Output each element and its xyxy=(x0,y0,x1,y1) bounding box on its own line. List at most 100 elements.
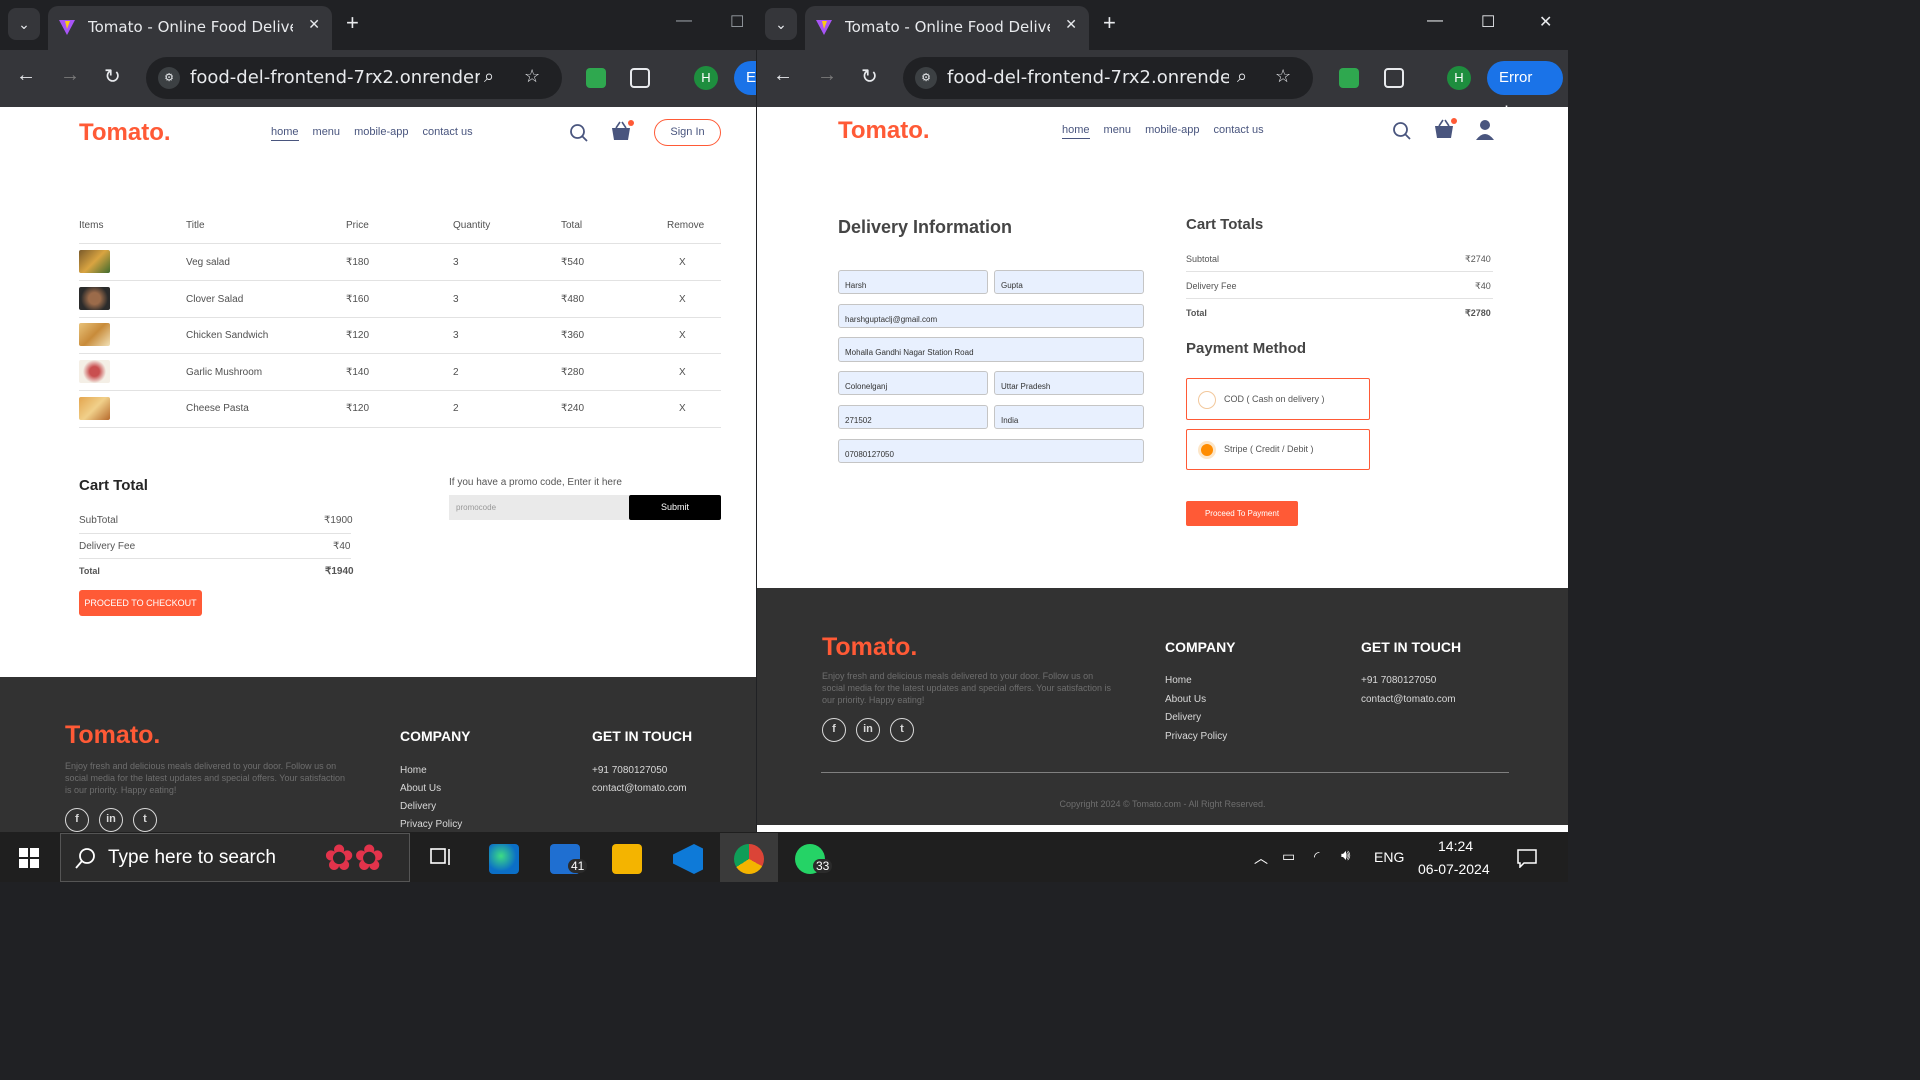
tab-search-button[interactable]: ⌄ xyxy=(8,8,40,40)
email-field[interactable]: harshguptaclj@gmail.com xyxy=(838,304,1144,328)
sign-in-button[interactable]: Sign In xyxy=(654,119,721,146)
browser-tab[interactable]: Tomato - Online Food Delivery ✕ xyxy=(805,6,1089,50)
remove-item-button[interactable]: X xyxy=(679,294,686,305)
first-name-field[interactable]: Harsh xyxy=(838,270,988,294)
reload-icon[interactable]: ↻ xyxy=(104,64,121,89)
nav-contact-us[interactable]: contact us xyxy=(422,126,472,138)
clock-date[interactable]: 06-07-2024 xyxy=(1418,861,1490,877)
site-info-icon[interactable]: ⚙ xyxy=(915,67,937,89)
basket-icon[interactable] xyxy=(1433,118,1457,140)
search-icon[interactable] xyxy=(1392,121,1412,141)
file-explorer-icon[interactable] xyxy=(612,844,642,874)
facebook-icon[interactable]: f xyxy=(65,808,89,832)
profile-avatar[interactable]: H xyxy=(694,66,718,90)
radio-unselected[interactable] xyxy=(1198,391,1216,409)
search-icon[interactable] xyxy=(569,123,589,143)
payment-option-cod[interactable]: COD ( Cash on delivery ) xyxy=(1186,378,1370,420)
footer-email[interactable]: contact@tomato.com xyxy=(592,783,687,794)
wifi-icon[interactable]: ◜ xyxy=(1314,848,1319,865)
nav-mobile-app[interactable]: mobile-app xyxy=(1145,124,1199,136)
bookmark-star-icon[interactable]: ☆ xyxy=(1275,66,1291,87)
footer-link-delivery[interactable]: Delivery xyxy=(400,801,436,812)
logo[interactable]: Tomato. xyxy=(79,119,171,147)
extensions-icon[interactable] xyxy=(1384,68,1404,88)
nav-mobile-app[interactable]: mobile-app xyxy=(354,126,408,138)
zip-field[interactable]: 271502 xyxy=(838,405,988,429)
facebook-icon[interactable]: f xyxy=(822,718,846,742)
street-field[interactable]: Mohalla Gandhi Nagar Station Road xyxy=(838,337,1144,362)
footer-link-privacy[interactable]: Privacy Policy xyxy=(1165,731,1227,742)
address-bar[interactable]: ⚙ food-del-frontend-7rx2.onrender.c... ⌕… xyxy=(903,57,1313,99)
close-window-icon[interactable]: ✕ xyxy=(1539,12,1552,32)
footer-link-home[interactable]: Home xyxy=(1165,675,1192,686)
maximize-icon[interactable]: ☐ xyxy=(730,12,744,32)
close-tab-icon[interactable]: ✕ xyxy=(1065,16,1077,33)
task-view-icon[interactable] xyxy=(430,846,452,868)
windows-start-icon[interactable] xyxy=(19,848,39,868)
new-tab-icon[interactable]: + xyxy=(346,10,359,36)
evernote-extension-icon[interactable] xyxy=(586,68,606,88)
proceed-to-payment-button[interactable]: Proceed To Payment xyxy=(1186,501,1298,526)
clock-time[interactable]: 14:24 xyxy=(1438,838,1473,854)
country-field[interactable]: India xyxy=(994,405,1144,429)
footer-link-delivery[interactable]: Delivery xyxy=(1165,712,1201,723)
notifications-icon[interactable] xyxy=(1517,848,1537,868)
remove-item-button[interactable]: X xyxy=(679,257,686,268)
payment-option-stripe[interactable]: Stripe ( Credit / Debit ) xyxy=(1186,429,1370,470)
error-button-partial[interactable]: E xyxy=(734,61,756,95)
twitter-icon[interactable]: t xyxy=(133,808,157,832)
footer-link-home[interactable]: Home xyxy=(400,765,427,776)
logo[interactable]: Tomato. xyxy=(838,117,930,145)
linkedin-icon[interactable]: in xyxy=(99,808,123,832)
evernote-extension-icon[interactable] xyxy=(1339,68,1359,88)
nav-contact-us[interactable]: contact us xyxy=(1213,124,1263,136)
reload-icon[interactable]: ↻ xyxy=(861,64,878,89)
footer-link-about[interactable]: About Us xyxy=(400,783,441,794)
profile-icon[interactable] xyxy=(1475,119,1495,141)
radio-selected[interactable] xyxy=(1198,441,1216,459)
minimize-icon[interactable]: — xyxy=(1427,12,1443,30)
site-info-icon[interactable]: ⚙ xyxy=(158,67,180,89)
back-icon[interactable]: ← xyxy=(16,64,36,87)
extensions-icon[interactable] xyxy=(630,68,650,88)
twitter-icon[interactable]: t xyxy=(890,718,914,742)
remove-item-button[interactable]: X xyxy=(679,367,686,378)
close-tab-icon[interactable]: ✕ xyxy=(308,16,320,33)
last-name-field[interactable]: Gupta xyxy=(994,270,1144,294)
minimize-icon[interactable]: — xyxy=(676,12,692,30)
tab-search-button[interactable]: ⌄ xyxy=(765,8,797,40)
edge-icon[interactable] xyxy=(489,844,519,874)
forward-icon[interactable]: → xyxy=(817,64,837,87)
footer-email[interactable]: contact@tomato.com xyxy=(1361,694,1456,705)
new-tab-icon[interactable]: + xyxy=(1103,10,1116,36)
forward-icon[interactable]: → xyxy=(60,64,80,87)
address-bar[interactable]: ⚙ food-del-frontend-7rx2.onrender.co... … xyxy=(146,57,562,99)
footer-link-about[interactable]: About Us xyxy=(1165,694,1206,705)
remove-item-button[interactable]: X xyxy=(679,403,686,414)
browser-tab[interactable]: Tomato - Online Food Delivery ✕ xyxy=(48,6,332,50)
nav-home[interactable]: home xyxy=(271,126,299,141)
bookmark-star-icon[interactable]: ☆ xyxy=(524,66,540,87)
nav-home[interactable]: home xyxy=(1062,124,1090,139)
promo-submit-button[interactable]: Submit xyxy=(629,495,721,520)
city-field[interactable]: Colonelganj xyxy=(838,371,988,395)
remove-item-button[interactable]: X xyxy=(679,330,686,341)
zoom-icon[interactable]: ⌕ xyxy=(1237,66,1247,87)
nav-menu[interactable]: menu xyxy=(313,126,341,138)
linkedin-icon[interactable]: in xyxy=(856,718,880,742)
taskbar-search-box[interactable]: Type here to search ✿✿ xyxy=(60,833,410,882)
error-button[interactable]: Error ⋮ xyxy=(1487,61,1563,120)
maximize-icon[interactable]: ☐ xyxy=(1481,12,1495,32)
language-indicator[interactable]: ENG xyxy=(1374,849,1404,865)
volume-icon[interactable]: 🔊︎ xyxy=(1341,847,1350,864)
footer-link-privacy[interactable]: Privacy Policy xyxy=(400,819,462,830)
promo-input[interactable]: promocode xyxy=(449,495,629,520)
zoom-icon[interactable]: ⌕ xyxy=(484,66,494,87)
chrome-icon[interactable] xyxy=(734,844,764,874)
back-icon[interactable]: ← xyxy=(773,64,793,87)
chevron-up-icon[interactable]: ︿ xyxy=(1254,848,1268,868)
basket-icon[interactable] xyxy=(610,120,634,142)
proceed-to-checkout-button[interactable]: PROCEED TO CHECKOUT xyxy=(79,590,202,616)
battery-icon[interactable]: ▭ xyxy=(1282,848,1295,865)
state-field[interactable]: Uttar Pradesh xyxy=(994,371,1144,395)
